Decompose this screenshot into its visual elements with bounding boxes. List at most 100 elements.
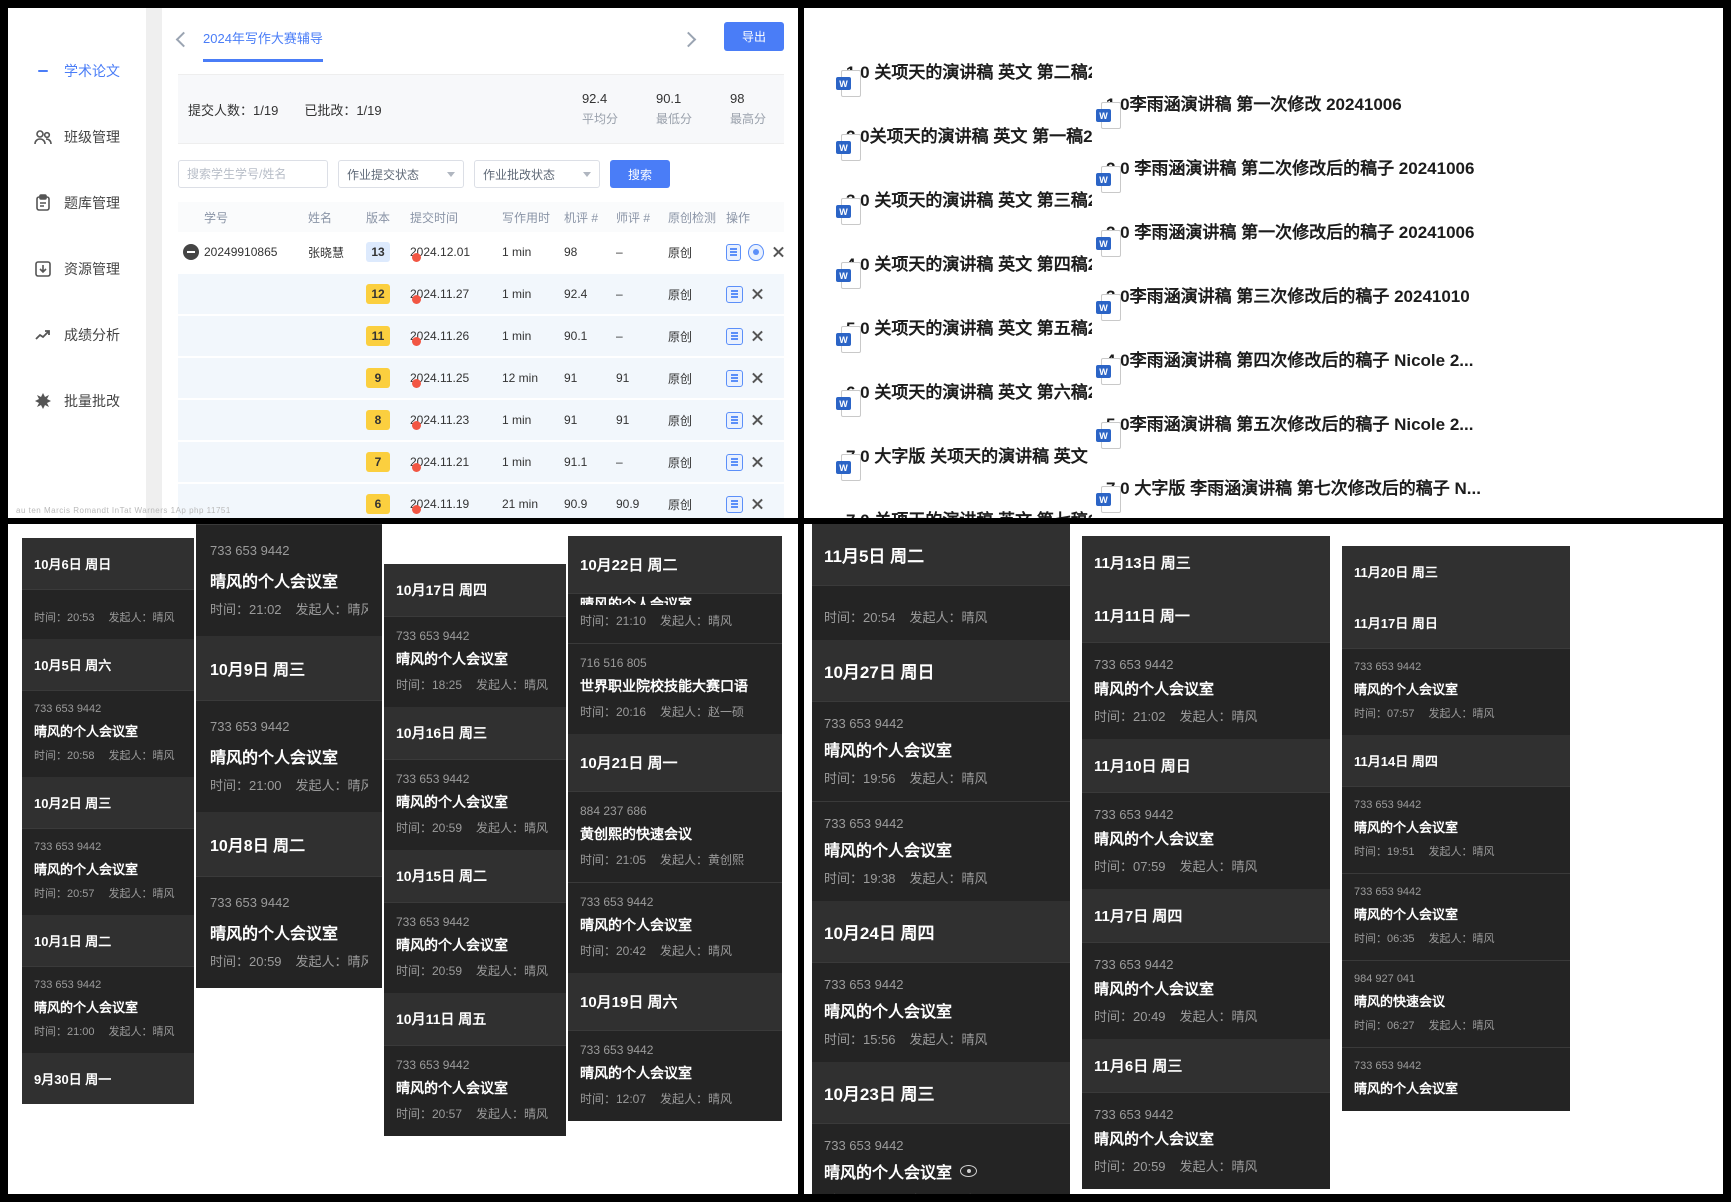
meeting-card[interactable]: 733 653 9442晴风的个人会议室时间：19:56发起人：晴风	[812, 701, 1070, 801]
meeting-card[interactable]: 733 653 9442晴风的个人会议室时间：18:25发起人：晴风	[384, 616, 566, 707]
meeting-card[interactable]: 733 653 9442晴风的个人会议室时间：19:38发起人：晴风	[812, 801, 1070, 901]
close-icon[interactable]	[750, 371, 765, 386]
sidebar-item-5[interactable]: 成绩分析	[8, 302, 146, 368]
meeting-time-row: 时间：20:49发起人：晴风	[1094, 1006, 1318, 1025]
meeting-code: 733 653 9442	[396, 629, 554, 643]
doc-icon[interactable]	[726, 370, 743, 387]
meeting-card[interactable]: 733 653 9442晴风的个人会议室时间：21:00发起人：晴风	[22, 966, 194, 1053]
table-row: 112024.11.261 min90.1–原创	[178, 316, 784, 358]
close-icon[interactable]	[750, 413, 765, 428]
file-name: 5.0 关项天的演讲稿 英文 第五稿20	[846, 314, 1107, 339]
meeting-time: 时间：21:02	[1094, 706, 1166, 725]
sidebar-item-label: 批量批改	[64, 391, 120, 411]
meeting-card[interactable]: 733 653 9442晴风的个人会议室	[1342, 1047, 1570, 1111]
doc-icon[interactable]	[726, 328, 743, 345]
collapse-icon[interactable]	[183, 244, 199, 260]
meeting-card[interactable]: 733 653 9442晴风的个人会议室时间：20:59发起人：晴风	[384, 759, 566, 850]
meeting-column: 10月6日 周日时间：20:53发起人：晴风10月5日 周六733 653 94…	[22, 538, 194, 1104]
meeting-card[interactable]: 733 653 9442晴风的个人会议室时间：20:58发起人：晴风	[22, 690, 194, 777]
meeting-card[interactable]: 733 653 9442晴风的个人会议室时间：20:49发起人：晴风	[1082, 942, 1330, 1039]
submit-status-select[interactable]: 作业提交状态	[338, 160, 464, 188]
meeting-host: 发起人：晴风	[476, 1105, 548, 1122]
sidebar-item-6[interactable]: 批量批改	[8, 368, 146, 434]
meeting-card[interactable]: 733 653 9442晴风的个人会议室时间：20:33发起人：晴风	[812, 1123, 1070, 1194]
meeting-card[interactable]: 时间：20:54发起人：晴风	[812, 585, 1070, 640]
sidebar-item-2[interactable]: 班级管理	[8, 104, 146, 170]
meeting-name: 晴风的个人会议室	[210, 744, 368, 768]
chevron-left-icon[interactable]	[176, 31, 192, 47]
score-label: 平均分	[582, 110, 618, 127]
meeting-card[interactable]: 733 653 9442晴风的个人会议室时间：12:07发起人：晴风	[568, 1030, 782, 1121]
file-item[interactable]: W1.0李雨涵演讲稿 第一次修改 20241006	[1096, 70, 1696, 134]
search-button[interactable]: 搜索	[610, 160, 670, 188]
meeting-name: 晴风的个人会议室	[580, 1063, 770, 1083]
meeting-card[interactable]: 733 653 9442晴风的个人会议室时间：20:59发起人：晴风	[1082, 1092, 1330, 1189]
meeting-card[interactable]: 733 653 9442晴风的个人会议室时间：20:59发起人：晴风	[196, 876, 382, 988]
chevron-down-icon	[447, 172, 455, 177]
doc-icon[interactable]	[726, 286, 743, 303]
file-item[interactable]: W2.0 李雨涵演讲稿 第二次修改后的稿子 20241006	[1096, 134, 1696, 198]
meeting-host: 发起人：晴风	[910, 1190, 988, 1194]
originality-status: 原创	[668, 412, 726, 429]
meeting-time: 时间：20:59	[210, 951, 282, 970]
doc-icon[interactable]	[726, 496, 743, 513]
meeting-card[interactable]: 733 653 9442晴风的个人会议室时间：07:57发起人：晴风	[1342, 648, 1570, 735]
submit-date: 2024.11.25	[410, 371, 502, 385]
grading-main: 2024年写作大赛辅导 导出 提交人数：1/19 已批改：1/19 92.4平均…	[162, 8, 798, 518]
tab-contest[interactable]: 2024年写作大赛辅导	[203, 28, 323, 62]
meeting-card[interactable]: 733 653 9442晴风的个人会议室时间：20:57发起人：晴风	[384, 1045, 566, 1136]
meeting-card[interactable]: 733 653 9442晴风的个人会议室时间：21:02发起人：晴风	[196, 524, 382, 636]
meeting-time: 时间：20:57	[34, 885, 95, 901]
close-icon[interactable]	[771, 245, 784, 260]
meeting-card[interactable]: 733 653 9442晴风的个人会议室时间：20:59发起人：晴风	[384, 902, 566, 993]
alert-dot	[412, 379, 421, 388]
file-item[interactable]: W4.0李雨涵演讲稿 第四次修改后的稿子 Nicole 2...	[1096, 326, 1696, 390]
close-icon[interactable]	[750, 329, 765, 344]
close-icon[interactable]	[750, 455, 765, 470]
close-icon[interactable]	[750, 497, 765, 512]
meeting-card[interactable]: 733 653 9442晴风的个人会议室时间：20:57发起人：晴风	[22, 828, 194, 915]
meeting-host: 发起人：晴风	[109, 885, 175, 901]
eye-icon[interactable]	[960, 1165, 977, 1177]
meeting-card[interactable]: 733 653 9442晴风的个人会议室时间：15:56发起人：晴风	[812, 962, 1070, 1062]
meeting-card[interactable]: 884 237 686黄创熙的快速会议时间：21:05发起人：黄创熙	[568, 791, 782, 882]
score-value: 92.4	[582, 91, 618, 106]
meeting-card[interactable]: 733 653 9442晴风的个人会议室时间：20:42发起人：晴风	[568, 882, 782, 973]
meeting-card[interactable]: 984 927 041晴风的快速会议时间：06:27发起人：晴风	[1342, 960, 1570, 1047]
meeting-name: 晴风的个人会议室	[1094, 978, 1318, 999]
meeting-name: 晴风的个人会议室	[824, 737, 1058, 761]
meeting-time: 时间：21:00	[210, 775, 282, 794]
sidebar-item-1[interactable]: 学术论文	[8, 38, 146, 104]
meeting-card[interactable]: 晴风的个人会议室时间：21:10发起人：晴风	[568, 593, 782, 643]
trend-icon	[34, 326, 52, 344]
search-input[interactable]	[178, 160, 328, 188]
revise-status-select[interactable]: 作业批改状态	[474, 160, 600, 188]
meeting-card[interactable]: 733 653 9442晴风的个人会议室时间：19:51发起人：晴风	[1342, 786, 1570, 873]
meeting-name: 晴风的个人会议室	[1354, 679, 1558, 698]
close-icon[interactable]	[750, 287, 765, 302]
file-item[interactable]: W2.0 李雨涵演讲稿 第一次修改后的稿子 20241006	[1096, 198, 1696, 262]
originality-status: 原创	[668, 328, 726, 345]
meeting-card[interactable]: 733 653 9442晴风的个人会议室时间：21:00发起人：晴风	[196, 700, 382, 812]
meeting-host: 发起人：晴风	[296, 951, 368, 970]
doc-icon[interactable]	[726, 412, 743, 429]
table-row: 82024.11.231 min9191原创	[178, 400, 784, 442]
file-item[interactable]: W3.0李雨涵演讲稿 第三次修改后的稿子 20241010	[1096, 262, 1696, 326]
meeting-card[interactable]: 733 653 9442晴风的个人会议室时间：06:35发起人：晴风	[1342, 873, 1570, 960]
table-row: 92024.11.2512 min9191原创	[178, 358, 784, 400]
meeting-code: 733 653 9442	[1094, 657, 1318, 672]
file-name: 5.0李雨涵演讲稿 第五次修改后的稿子 Nicole 2...	[1106, 410, 1473, 435]
export-button[interactable]: 导出	[724, 22, 784, 51]
doc-icon[interactable]	[726, 244, 741, 261]
meeting-card[interactable]: 733 653 9442晴风的个人会议室时间：07:59发起人：晴风	[1082, 792, 1330, 889]
file-item[interactable]: W5.0李雨涵演讲稿 第五次修改后的稿子 Nicole 2...	[1096, 390, 1696, 454]
file-item[interactable]: W7.0 大字版 李雨涵演讲稿 第七次修改后的稿子 N...	[1096, 454, 1696, 518]
sidebar-item-4[interactable]: 资源管理	[8, 236, 146, 302]
meeting-card[interactable]: 时间：20:53发起人：晴风	[22, 589, 194, 639]
chevron-right-icon[interactable]	[681, 31, 697, 47]
sidebar-item-3[interactable]: 题库管理	[8, 170, 146, 236]
meeting-card[interactable]: 733 653 9442晴风的个人会议室时间：21:02发起人：晴风	[1082, 642, 1330, 739]
doc-icon[interactable]	[726, 454, 743, 471]
meeting-card[interactable]: 716 516 805世界职业院校技能大赛口语时间：20:16发起人：赵一硕	[568, 643, 782, 734]
circle-icon[interactable]	[748, 244, 763, 261]
